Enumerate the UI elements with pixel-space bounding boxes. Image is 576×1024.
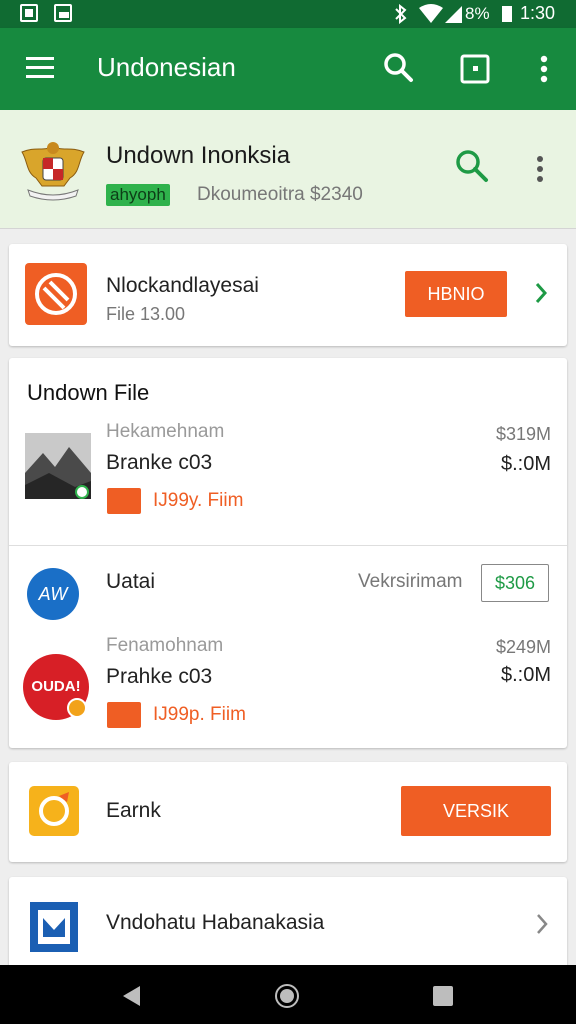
item1-tag-icon	[107, 488, 141, 514]
uatai-value-box[interactable]: $306	[481, 564, 549, 602]
item2-value1: $249M	[495, 637, 551, 657]
earnk-label: Earnk	[106, 799, 161, 822]
app-logo-icon	[25, 263, 87, 325]
header-tag: ahyoph	[106, 184, 170, 206]
cast-icon[interactable]	[460, 54, 490, 84]
image-notification-icon	[54, 4, 72, 22]
link-card[interactable]: Vndohatu Habanakasia	[9, 877, 567, 977]
badge-icon	[67, 698, 87, 718]
more-vert-icon[interactable]	[536, 54, 552, 84]
files-card: Undown File Hekamehnam Branke c03 IJ99y.…	[9, 358, 567, 748]
earnk-logo-icon	[29, 786, 79, 836]
aw-logo: AW	[27, 568, 79, 620]
item2-value2: $.:0M	[500, 664, 551, 686]
header-more-icon[interactable]	[533, 154, 547, 184]
signal-icon	[445, 6, 462, 23]
item2-tag: IJ99p. Fiim	[153, 704, 246, 725]
files-heading: Undown File	[27, 380, 150, 405]
header-subtitle: Dkoumeoitra $2340	[197, 184, 363, 205]
clock: 1:30	[520, 3, 556, 23]
earnk-card[interactable]: Earnk VERSIK	[9, 762, 567, 862]
link-label: Vndohatu Habanakasia	[106, 911, 325, 934]
search-icon[interactable]	[383, 52, 415, 84]
chevron-right-icon[interactable]	[533, 281, 549, 305]
home-icon[interactable]	[274, 983, 300, 1009]
promo-title: Nlockandlayesai	[106, 274, 259, 297]
item2-line1: Fenamohnam	[106, 635, 224, 656]
promo-card[interactable]: Nlockandlayesai File 13.00 HBNIO	[9, 244, 567, 346]
recents-icon[interactable]	[432, 985, 454, 1007]
item1-value1: $319M	[495, 424, 551, 444]
navigation-bar	[0, 965, 576, 1024]
bluetooth-icon	[395, 4, 407, 24]
item1-value2: $.:0M	[500, 453, 551, 475]
battery-percent: 8%	[465, 4, 490, 23]
item1-line1: Hekamehnam	[106, 421, 225, 442]
item1-line2: Branke c03	[106, 451, 213, 474]
landscape-thumbnail	[25, 433, 91, 499]
wifi-icon	[419, 4, 443, 23]
chevron-right-icon[interactable]	[534, 912, 550, 936]
item2-tag-icon	[107, 702, 141, 728]
document-icon	[30, 902, 78, 952]
header-search-icon[interactable]	[454, 148, 490, 184]
item1-tag: IJ99y. Fiim	[153, 490, 244, 511]
uatai-right-label: Vekrsirimam	[358, 571, 463, 592]
menu-icon[interactable]	[26, 57, 54, 84]
back-icon[interactable]	[120, 984, 142, 1008]
divider	[9, 545, 567, 546]
item2-line2: Prahke c03	[106, 665, 213, 688]
promo-subtitle: File 13.00	[106, 304, 186, 324]
profile-header: Undown Inonksia ahyoph Dkoumeoitra $2340	[0, 110, 576, 229]
battery-icon	[502, 6, 512, 22]
app-title: Undonesian	[97, 52, 236, 82]
status-bar: 8% 1:30	[0, 0, 576, 28]
header-title: Undown Inonksia	[106, 142, 291, 169]
emblem-icon	[21, 142, 85, 201]
uatai-label: Uatai	[106, 570, 156, 593]
app-bar: Undonesian	[0, 28, 576, 110]
notification-icon	[20, 4, 38, 22]
promo-button[interactable]: HBNIO	[405, 271, 507, 317]
versik-button[interactable]: VERSIK	[401, 786, 551, 836]
